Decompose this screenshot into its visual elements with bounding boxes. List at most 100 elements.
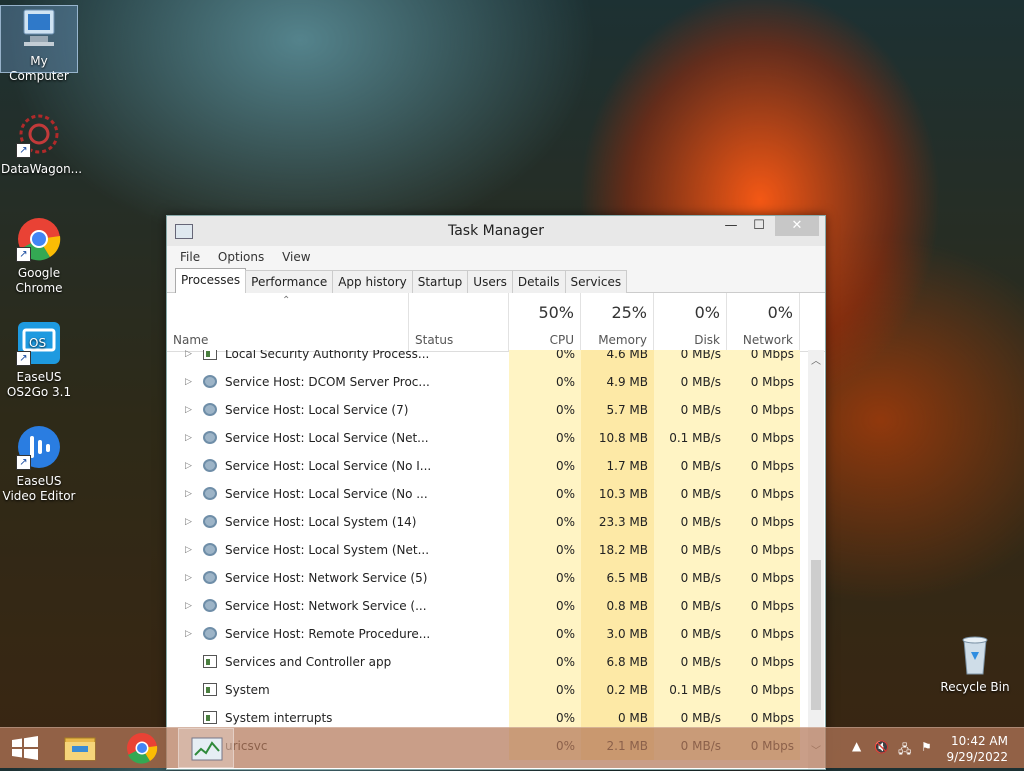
table-row[interactable]: ▷ Service Host: Remote Procedure... 0% 3.0 … bbox=[167, 620, 807, 648]
process-disk: 0 MB/s bbox=[654, 480, 727, 508]
process-cpu: 0% bbox=[509, 368, 581, 396]
show-hidden-icons-arrow-icon[interactable]: ▲ bbox=[852, 739, 861, 753]
column-header-network[interactable]: 0% Network bbox=[727, 293, 800, 351]
start-button[interactable] bbox=[0, 728, 56, 768]
column-header-status[interactable]: Status bbox=[409, 293, 509, 351]
desktop-icon-easeus-os2go[interactable]: OS ↗ EaseUS OS2Go 3.1 bbox=[1, 320, 77, 400]
process-network: 0 Mbps bbox=[727, 396, 800, 424]
process-network: 0 Mbps bbox=[727, 592, 800, 620]
clock[interactable]: 10:42 AM 9/29/2022 bbox=[946, 733, 1008, 765]
expand-chevron-icon[interactable]: ▷ bbox=[185, 536, 192, 564]
tab-performance[interactable]: Performance bbox=[245, 270, 334, 293]
table-row[interactable]: ▷ Service Host: Local System (Net... 0% 18.… bbox=[167, 536, 807, 564]
process-name-cell: ▷ Service Host: Remote Procedure... bbox=[167, 620, 430, 648]
table-row[interactable]: ▷ Service Host: Local System (14) 0% 23.3 M… bbox=[167, 508, 807, 536]
process-memory: 0.2 MB bbox=[581, 676, 654, 704]
process-memory: 3.0 MB bbox=[581, 620, 654, 648]
menu-view[interactable]: View bbox=[275, 246, 317, 268]
vertical-scrollbar[interactable]: ︿ ﹀ bbox=[808, 350, 824, 769]
expand-chevron-icon[interactable]: ▷ bbox=[185, 396, 192, 424]
process-memory: 18.2 MB bbox=[581, 536, 654, 564]
cpu-total-percent: 50% bbox=[538, 303, 574, 322]
process-cpu: 0% bbox=[509, 396, 581, 424]
table-row[interactable]: Services and Controller app 0% 6.8 MB 0 MB/… bbox=[167, 648, 807, 676]
process-cpu: 0% bbox=[509, 480, 581, 508]
table-row[interactable]: ▷ Service Host: Network Service (... 0% 0.8… bbox=[167, 592, 807, 620]
tab-startup[interactable]: Startup bbox=[411, 270, 469, 293]
taskbar-file-explorer[interactable] bbox=[52, 728, 108, 768]
menu-file[interactable]: File bbox=[173, 246, 207, 268]
expand-chevron-icon[interactable]: ▷ bbox=[185, 424, 192, 452]
close-button[interactable]: ✕ bbox=[775, 216, 819, 236]
table-row[interactable]: ▷ Service Host: Local Service (No I... 0% 1… bbox=[167, 452, 807, 480]
desktop-icon-datawagon[interactable]: ↗ DataWagon... bbox=[1, 112, 82, 177]
process-cpu: 0% bbox=[509, 620, 581, 648]
app-window-icon bbox=[203, 655, 217, 668]
process-name-cell: ▷ Local Security Authority Process... bbox=[167, 350, 429, 368]
process-name-cell: ▷ Service Host: Local System (14) bbox=[167, 508, 416, 536]
chrome-icon: ↗ bbox=[16, 216, 62, 262]
tab-app-history[interactable]: App history bbox=[332, 270, 413, 293]
clock-date: 9/29/2022 bbox=[946, 750, 1008, 764]
gear-icon bbox=[203, 599, 217, 612]
process-name: Service Host: Network Service (... bbox=[225, 599, 427, 613]
table-row[interactable]: ▷ Service Host: Local Service (Net... 0% 10… bbox=[167, 424, 807, 452]
process-disk: 0 MB/s bbox=[654, 620, 727, 648]
tab-users[interactable]: Users bbox=[467, 270, 513, 293]
expand-chevron-icon[interactable]: ▷ bbox=[185, 508, 192, 536]
gear-icon bbox=[203, 487, 217, 500]
tab-details[interactable]: Details bbox=[511, 270, 566, 293]
expand-chevron-icon[interactable]: ▷ bbox=[185, 350, 192, 368]
network-icon[interactable]: 🖧 bbox=[898, 740, 911, 761]
gear-icon bbox=[203, 571, 217, 584]
volume-muted-icon[interactable]: 🔇 bbox=[874, 740, 889, 754]
desktop-icon-google-chrome[interactable]: ↗ Google Chrome bbox=[1, 216, 77, 296]
easeus-video-editor-icon: ↗ bbox=[16, 424, 62, 470]
process-memory: 6.5 MB bbox=[581, 564, 654, 592]
expand-chevron-icon[interactable]: ▷ bbox=[185, 368, 192, 396]
taskbar-task-manager[interactable] bbox=[178, 728, 234, 768]
maximize-button[interactable]: ☐ bbox=[745, 216, 773, 236]
gear-icon bbox=[203, 375, 217, 388]
table-row[interactable]: ▷ Service Host: Local Service (No ... 0% 10… bbox=[167, 480, 807, 508]
task-manager-icon bbox=[191, 737, 223, 761]
shortcut-arrow-icon: ↗ bbox=[16, 351, 31, 366]
process-cpu: 0% bbox=[509, 508, 581, 536]
menu-options[interactable]: Options bbox=[211, 246, 271, 268]
table-row[interactable]: ▷ Service Host: DCOM Server Proc... 0% 4.9 … bbox=[167, 368, 807, 396]
table-row[interactable]: ▷ Service Host: Network Service (5) 0% 6.5 … bbox=[167, 564, 807, 592]
scrollbar-thumb[interactable] bbox=[811, 560, 821, 710]
expand-chevron-icon[interactable]: ▷ bbox=[185, 592, 192, 620]
process-name: Service Host: Local Service (7) bbox=[225, 403, 409, 417]
desktop-icon-easeus-video-editor[interactable]: ↗ EaseUS Video Editor bbox=[1, 424, 77, 504]
table-row[interactable]: ▷ Service Host: Local Service (7) 0% 5.7 MB… bbox=[167, 396, 807, 424]
scroll-up-arrow-icon[interactable]: ︿ bbox=[808, 352, 824, 367]
tab-processes[interactable]: Processes bbox=[175, 268, 247, 294]
process-memory: 23.3 MB bbox=[581, 508, 654, 536]
table-row[interactable]: ▷ Local Security Authority Process... 0% 4.… bbox=[167, 350, 807, 368]
process-disk: 0 MB/s bbox=[654, 452, 727, 480]
column-header-cpu[interactable]: 50% CPU bbox=[509, 293, 581, 351]
minimize-button[interactable]: — bbox=[717, 216, 745, 236]
expand-chevron-icon[interactable]: ▷ bbox=[185, 620, 192, 648]
table-row[interactable]: System 0% 0.2 MB 0.1 MB/s 0 Mbps bbox=[167, 676, 807, 704]
column-label-network: Network bbox=[742, 333, 793, 347]
action-center-flag-icon[interactable]: ⚑ bbox=[921, 740, 932, 754]
column-header-memory[interactable]: 25% Memory bbox=[581, 293, 654, 351]
process-network: 0 Mbps bbox=[727, 536, 800, 564]
column-header-disk[interactable]: 0% Disk bbox=[654, 293, 727, 351]
title-bar[interactable]: Task Manager — ☐ ✕ bbox=[167, 216, 825, 246]
app-window-icon bbox=[203, 350, 217, 360]
process-name-cell: System bbox=[167, 676, 409, 704]
desktop-icon-label: My Computer bbox=[9, 54, 69, 83]
column-header-name[interactable]: ⌃ Name bbox=[167, 293, 409, 351]
expand-chevron-icon[interactable]: ▷ bbox=[185, 564, 192, 592]
gear-icon bbox=[203, 459, 217, 472]
expand-chevron-icon[interactable]: ▷ bbox=[185, 480, 192, 508]
desktop-icon-my-computer[interactable]: My Computer bbox=[0, 5, 78, 83]
expand-chevron-icon[interactable]: ▷ bbox=[185, 452, 192, 480]
tab-services[interactable]: Services bbox=[564, 270, 628, 293]
taskbar-chrome[interactable] bbox=[114, 728, 170, 768]
desktop-icon-recycle-bin[interactable]: Recycle Bin bbox=[937, 630, 1013, 695]
shortcut-arrow-icon: ↗ bbox=[16, 247, 31, 262]
